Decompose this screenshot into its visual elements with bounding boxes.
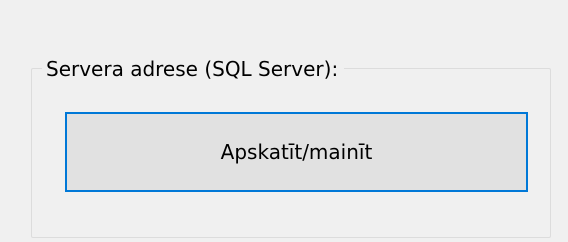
view-change-button-label: Apskatīt/mainīt [220,140,373,164]
server-address-group-title: Servera adrese (SQL Server): [42,56,345,82]
view-change-button[interactable]: Apskatīt/mainīt [65,112,528,192]
dialog-panel: { "server_group": { "title": "Servera ad… [0,0,568,242]
